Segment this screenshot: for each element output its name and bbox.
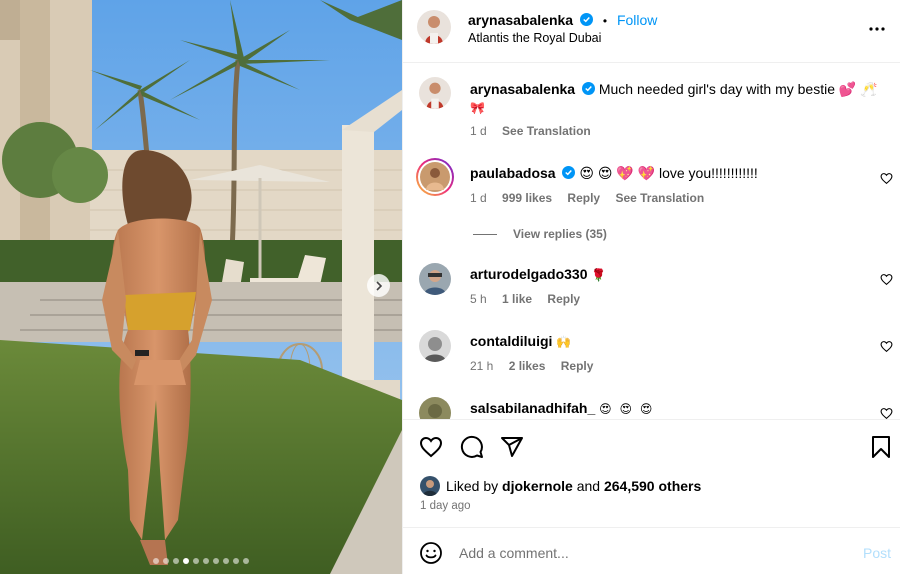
author-avatar-image (417, 10, 451, 44)
caption-avatar-image (419, 77, 451, 109)
caption-meta: 1 d See Translation (470, 124, 603, 138)
comment-avatar[interactable] (419, 397, 451, 419)
likes-prefix: Liked by (446, 478, 499, 494)
liker-avatar-image (420, 476, 440, 496)
see-translation-link[interactable]: See Translation (502, 124, 591, 138)
comment-text: 🌹 (591, 268, 609, 282)
comment-time: 5 h (470, 292, 487, 306)
more-icon[interactable] (865, 17, 889, 41)
caption-emoji: 🎀 (470, 101, 487, 115)
carousel-dot (243, 558, 249, 564)
caption: arynasabalenka Much needed girl's day wi… (470, 80, 878, 117)
reply-button[interactable]: Reply (547, 292, 580, 306)
carousel-dot (173, 558, 179, 564)
verified-icon (579, 13, 593, 26)
post-timestamp[interactable]: 1 day ago (420, 500, 471, 512)
comment-text: 😍 😍 😍 (599, 402, 655, 416)
carousel-indicator (0, 558, 402, 564)
reply-button[interactable]: Reply (561, 359, 594, 373)
comment-body: salsabilanadhifah_ 😍 😍 😍 (470, 399, 870, 418)
see-translation-link[interactable]: See Translation (615, 191, 704, 205)
comment-likes[interactable]: 2 likes (509, 359, 546, 373)
caption-time: 1 d (470, 124, 487, 138)
comment-input[interactable] (459, 541, 839, 565)
heart-icon[interactable] (880, 172, 893, 185)
view-replies-label: View replies (35) (513, 227, 607, 241)
comment-meta: 1 d 999 likes Reply See Translation (470, 191, 716, 205)
author-line: arynasabalenka • Follow (468, 12, 657, 28)
separator-dot: • (602, 14, 608, 28)
comment-meta: 21 h 2 likes Reply (470, 359, 605, 373)
carousel-dot (153, 558, 159, 564)
comment-body: contaldiluigi 🙌 (470, 332, 870, 351)
comment-meta: 5 h 1 like Reply (470, 292, 592, 306)
heart-icon[interactable] (880, 407, 893, 419)
likes-count[interactable]: 264,590 others (604, 478, 701, 494)
follow-button[interactable]: Follow (617, 12, 657, 28)
likes-middle: and (576, 478, 601, 494)
post-location[interactable]: Atlantis the Royal Dubai (468, 31, 601, 45)
comment-avatar[interactable] (419, 330, 451, 362)
photo-scene (0, 0, 402, 574)
comment-username[interactable]: paulabadosa (470, 165, 556, 181)
carousel-dot (203, 558, 209, 564)
carousel-dot (213, 558, 219, 564)
replies-divider (473, 233, 497, 235)
carousel-dot (183, 558, 189, 564)
comment-username[interactable]: arturodelgado330 (470, 266, 587, 282)
comment-text: 🙌 (556, 335, 574, 349)
heart-icon[interactable] (419, 435, 443, 459)
comment-avatar-image (419, 397, 451, 419)
author-username[interactable]: arynasabalenka (468, 12, 573, 28)
verified-icon (581, 82, 595, 95)
emoji-icon[interactable] (419, 541, 443, 565)
liker-username[interactable]: djokernole (502, 478, 573, 494)
next-slide-button[interactable] (367, 274, 390, 297)
liker-avatar[interactable] (420, 476, 440, 496)
comment-text: 😍 😍 💖 💖 love you!!!!!!!!!!!! (579, 165, 758, 181)
carousel-dot (223, 558, 229, 564)
comment-likes[interactable]: 999 likes (502, 191, 552, 205)
post-comment-button[interactable]: Post (863, 545, 891, 561)
verified-icon (562, 166, 576, 179)
post-actions: Liked by djokernole and 264,590 others 1… (403, 419, 900, 527)
bookmark-icon[interactable] (869, 435, 893, 459)
comment-avatar-image (419, 263, 451, 295)
comment-body: paulabadosa 😍 😍 💖 💖 love you!!!!!!!!!!!! (470, 164, 870, 182)
chevron-right-icon (375, 280, 382, 291)
comment-time: 21 h (470, 359, 494, 373)
caption-username[interactable]: arynasabalenka (470, 81, 575, 97)
comment-avatar[interactable] (416, 158, 454, 196)
heart-icon[interactable] (880, 340, 893, 353)
comment-avatar-image (419, 330, 451, 362)
comment-avatar-image (418, 160, 452, 194)
comments-list[interactable]: arynasabalenka Much needed girl's day wi… (403, 64, 900, 419)
author-avatar[interactable] (417, 10, 451, 44)
carousel-dot (163, 558, 169, 564)
comment-likes[interactable]: 1 like (502, 292, 532, 306)
share-icon[interactable] (500, 435, 524, 459)
post-photo[interactable] (0, 0, 402, 574)
post-header: arynasabalenka • Follow Atlantis the Roy… (403, 0, 900, 63)
carousel-dot (233, 558, 239, 564)
comment-icon[interactable] (460, 435, 484, 459)
likes-summary: Liked by djokernole and 264,590 others (420, 476, 701, 496)
view-replies-button[interactable]: View replies (35) (473, 227, 607, 241)
comment-body: arturodelgado330 🌹 (470, 265, 870, 284)
comment-avatar[interactable] (419, 263, 451, 295)
carousel-dot (193, 558, 199, 564)
comment-composer: Post (403, 527, 900, 574)
reply-button[interactable]: Reply (567, 191, 600, 205)
comment-username[interactable]: contaldiluigi (470, 333, 552, 349)
post-panel: arynasabalenka • Follow Atlantis the Roy… (402, 0, 900, 574)
caption-text: Much needed girl's day with my bestie 💕 … (598, 81, 878, 97)
caption-avatar[interactable] (419, 77, 451, 109)
comment-time: 1 d (470, 191, 487, 205)
heart-icon[interactable] (880, 273, 893, 286)
comment-username[interactable]: salsabilanadhifah_ (470, 400, 595, 416)
